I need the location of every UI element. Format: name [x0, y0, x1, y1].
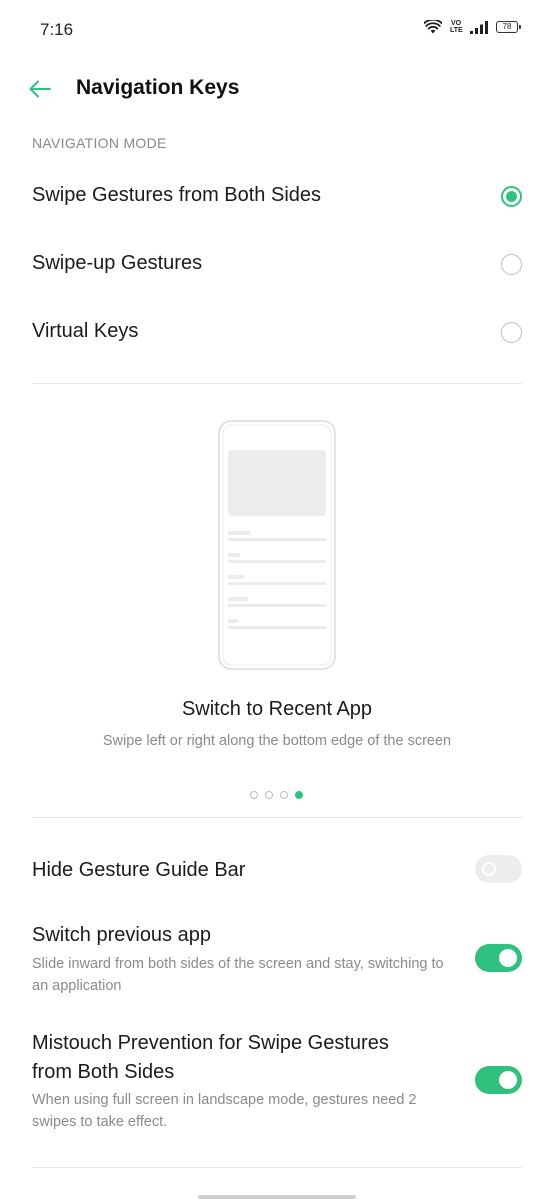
- toggle-switch-off[interactable]: [475, 855, 522, 883]
- status-time: 7:16: [40, 20, 74, 39]
- page-title: Navigation Keys: [76, 76, 240, 99]
- header: Navigation Keys: [0, 64, 554, 114]
- page-indicator[interactable]: [250, 791, 303, 799]
- option-label: Virtual Keys: [32, 320, 139, 342]
- divider: [32, 817, 522, 818]
- battery-icon: 78: [496, 21, 521, 33]
- setting-title: Switch previous app: [32, 924, 211, 946]
- option-virtual-keys[interactable]: Virtual Keys: [0, 304, 554, 360]
- wifi-icon: [424, 20, 442, 34]
- home-indicator[interactable]: [198, 1195, 356, 1199]
- radio-unselected-icon[interactable]: [501, 322, 522, 343]
- setting-switch-previous-app[interactable]: Switch previous app Slide inward from bo…: [0, 920, 554, 1000]
- setting-title: Hide Gesture Guide Bar: [32, 859, 246, 881]
- page-dot[interactable]: [250, 791, 258, 799]
- setting-description: Slide inward from both sides of the scre…: [32, 956, 444, 994]
- demo-title: Switch to Recent App: [181, 698, 373, 720]
- radio-selected-icon[interactable]: [501, 186, 522, 207]
- divider: [32, 1167, 522, 1168]
- toggle-switch-on[interactable]: [475, 944, 522, 972]
- setting-description: When using full screen in landscape mode…: [32, 1092, 417, 1130]
- toggle-switch-on[interactable]: [475, 1066, 522, 1094]
- page-dot-active[interactable]: [295, 791, 303, 799]
- page-dot[interactable]: [265, 791, 273, 799]
- volte-icon: VO LTE: [450, 20, 463, 34]
- phone-illustration-icon: [218, 420, 336, 670]
- setting-title: Mistouch Prevention for Swipe Gestures f…: [32, 1032, 389, 1083]
- back-arrow-icon[interactable]: [28, 77, 52, 101]
- radio-unselected-icon[interactable]: [501, 254, 522, 275]
- signal-icon: [470, 20, 488, 34]
- status-icons: VO LTE 78: [424, 20, 521, 34]
- status-bar: 7:16 VO LTE 78: [0, 0, 554, 60]
- setting-hide-gesture-guide-bar[interactable]: Hide Gesture Guide Bar: [0, 850, 554, 890]
- option-label: Swipe Gestures from Both Sides: [32, 184, 322, 206]
- option-swipe-both-sides[interactable]: Swipe Gestures from Both Sides: [0, 168, 554, 224]
- divider: [32, 383, 522, 384]
- option-label: Swipe-up Gestures: [32, 252, 203, 274]
- page-dot[interactable]: [280, 791, 288, 799]
- setting-mistouch-prevention[interactable]: Mistouch Prevention for Swipe Gestures f…: [0, 1028, 554, 1138]
- option-swipe-up[interactable]: Swipe-up Gestures: [0, 236, 554, 292]
- demo-description: Swipe left or right along the bottom edg…: [102, 733, 452, 749]
- section-label-navigation-mode: NAVIGATION MODE: [32, 135, 167, 151]
